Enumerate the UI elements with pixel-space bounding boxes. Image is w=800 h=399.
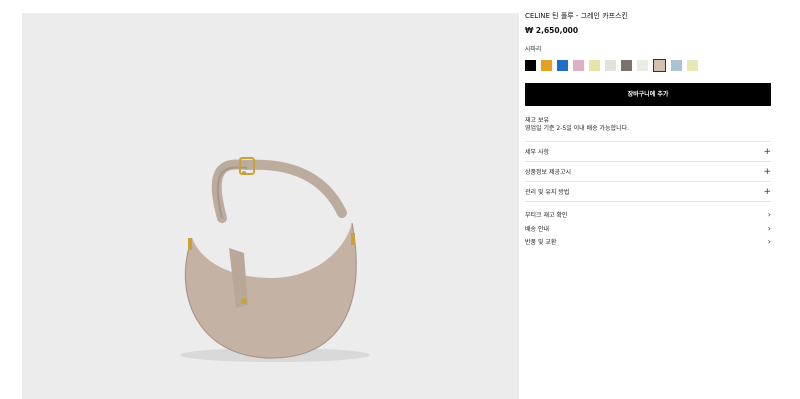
link-returns[interactable]: 반품 및 교환 › bbox=[525, 235, 771, 249]
product-price: ₩ 2,650,000 bbox=[525, 26, 579, 35]
bag-image bbox=[180, 157, 370, 362]
link-label: 반품 및 교환 bbox=[525, 239, 557, 247]
plus-icon[interactable]: + bbox=[763, 187, 771, 197]
product-image[interactable] bbox=[22, 13, 519, 399]
link-label: 배송 안내 bbox=[525, 225, 549, 233]
product-title: CELINE 틴 폴루 - 그레인 카프스킨 bbox=[525, 12, 628, 20]
accordion-product-info[interactable]: 상품정보 제공고시 + bbox=[525, 162, 771, 182]
swatch-beige[interactable] bbox=[653, 59, 666, 72]
swatch-off-white[interactable] bbox=[637, 60, 648, 71]
details-accordion: 세부 사항 + 상품정보 제공고시 + 관리 및 유지 방법 + bbox=[525, 141, 771, 202]
accordion-label: 상품정보 제공고시 bbox=[525, 169, 572, 176]
chevron-right-icon[interactable]: › bbox=[768, 210, 771, 219]
add-to-cart-button[interactable]: 장바구니에 추가 bbox=[525, 83, 771, 106]
chevron-right-icon[interactable]: › bbox=[768, 237, 771, 246]
chevron-right-icon[interactable]: › bbox=[768, 224, 771, 233]
swatch-blue[interactable] bbox=[557, 60, 568, 71]
info-links: 부티크 재고 확인 › 배송 안내 › 반품 및 교환 › bbox=[525, 208, 771, 249]
accordion-label: 세부 사항 bbox=[525, 149, 549, 156]
swatch-orange[interactable] bbox=[541, 60, 552, 71]
accordion-details[interactable]: 세부 사항 + bbox=[525, 142, 771, 162]
stock-status: 재고 보유 영업일 기준 2-5일 이내 배송 가능합니다. bbox=[525, 117, 771, 133]
swatch-taupe-dark[interactable] bbox=[621, 60, 632, 71]
swatch-black[interactable] bbox=[525, 60, 536, 71]
color-label: 사파리 bbox=[525, 46, 542, 53]
plus-icon[interactable]: + bbox=[763, 147, 771, 157]
swatch-pale-yellow[interactable] bbox=[687, 60, 698, 71]
swatch-light-yellow[interactable] bbox=[589, 60, 600, 71]
link-delivery[interactable]: 배송 안내 › bbox=[525, 222, 771, 236]
link-boutique-stock[interactable]: 부티크 재고 확인 › bbox=[525, 208, 771, 222]
accordion-care[interactable]: 관리 및 유지 방법 + bbox=[525, 182, 771, 202]
accordion-label: 관리 및 유지 방법 bbox=[525, 189, 570, 196]
plus-icon[interactable]: + bbox=[763, 167, 771, 177]
swatch-pink[interactable] bbox=[573, 60, 584, 71]
stock-availability: 재고 보유 bbox=[525, 117, 549, 124]
product-info: CELINE 틴 폴루 - 그레인 카프스킨 ₩ 2,650,000 사파리 장… bbox=[525, 12, 771, 249]
link-label: 부티크 재고 확인 bbox=[525, 212, 568, 220]
delivery-estimate: 영업일 기준 2-5일 이내 배송 가능합니다. bbox=[525, 125, 630, 132]
color-swatches bbox=[525, 59, 771, 72]
swatch-light-gray[interactable] bbox=[605, 60, 616, 71]
swatch-light-blue[interactable] bbox=[671, 60, 682, 71]
